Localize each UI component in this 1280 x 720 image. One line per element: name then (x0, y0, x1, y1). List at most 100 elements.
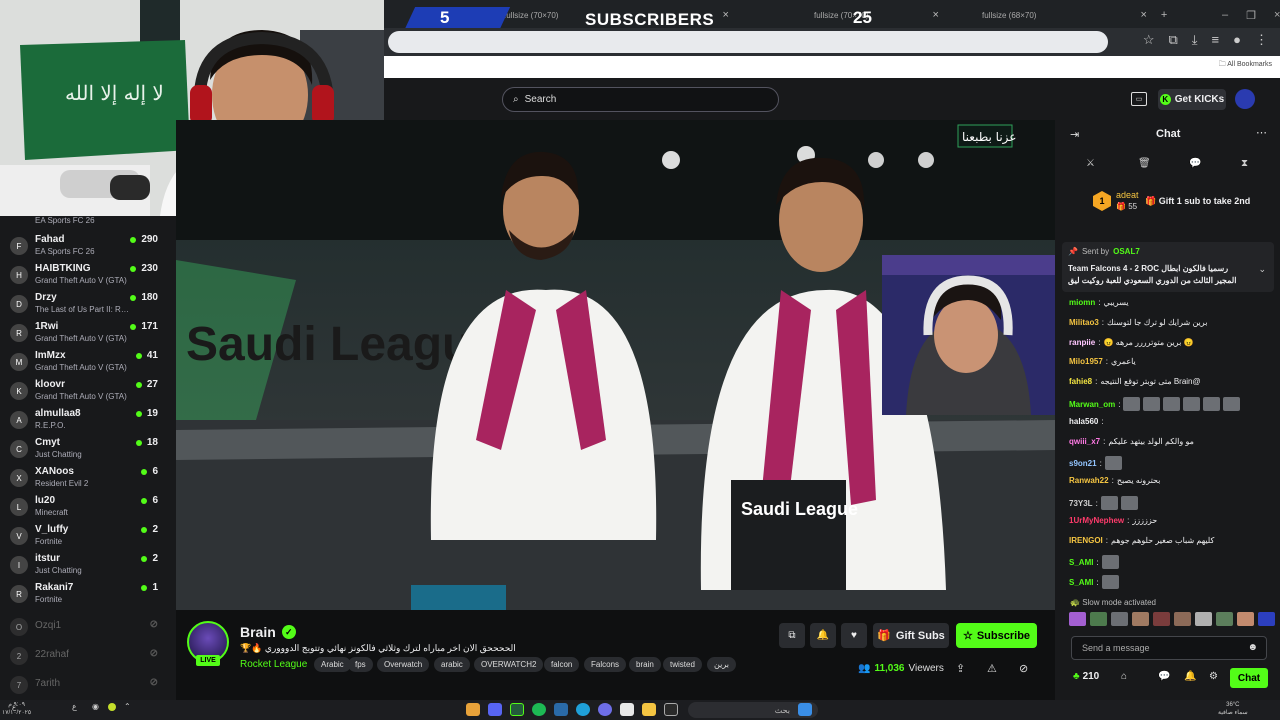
collapse-chat-icon[interactable]: ⇥ (1070, 128, 1079, 141)
kick-points[interactable]: ♣ 210 (1073, 671, 1099, 682)
bell-icon[interactable]: 🔔 (1184, 671, 1196, 682)
chat-emote[interactable] (1183, 397, 1201, 411)
store-taskbar-icon[interactable] (620, 703, 634, 716)
minimize-icon[interactable]: – (1222, 9, 1228, 21)
chat-emote[interactable] (1223, 397, 1241, 411)
all-bookmarks[interactable]: 🗀 All Bookmarks (1219, 60, 1272, 71)
chevron-up-icon[interactable]: ⌃ (124, 702, 131, 711)
chat-username[interactable]: qwiii_x7 (1069, 437, 1100, 446)
emote[interactable] (1237, 612, 1254, 626)
maximize-icon[interactable]: ❐ (1246, 9, 1256, 22)
keyboard-icon[interactable]: ع (72, 702, 77, 711)
explorer-taskbar-icon[interactable] (642, 703, 656, 716)
discord-taskbar-icon[interactable] (488, 703, 502, 716)
share-icon[interactable]: ⇪ (956, 662, 965, 675)
sidebar-channel[interactable]: Llu20 Minecraft 6 (8, 493, 168, 521)
emote[interactable] (1258, 612, 1275, 626)
chat-username[interactable]: S_AMI (1069, 558, 1093, 567)
emote[interactable] (1153, 612, 1170, 626)
emote[interactable] (1195, 612, 1212, 626)
sidebar-channel[interactable]: R 1Rwi Grand Theft Auto V (GTA) 171 (8, 319, 168, 347)
stream-tag[interactable]: برين (707, 657, 736, 672)
stream-category[interactable]: Rocket League (240, 659, 307, 670)
store-icon[interactable]: ⌂ (1121, 671, 1127, 682)
user-avatar[interactable] (1235, 89, 1255, 109)
chat-username[interactable]: S_AMI (1069, 578, 1093, 587)
chat-emote[interactable] (1100, 496, 1118, 510)
follow-button[interactable]: ♥ (841, 623, 867, 648)
obs-taskbar-icon[interactable] (510, 703, 524, 716)
chat-username[interactable]: ranpiie (1069, 338, 1095, 347)
chat-username[interactable]: fahie8 (1069, 377, 1092, 386)
stream-tag[interactable]: Overwatch (377, 657, 430, 672)
emote[interactable] (1216, 612, 1233, 626)
sidebar-channel[interactable]: V V_luffy Fortnite 2 (8, 522, 168, 550)
app-taskbar-icon[interactable] (598, 703, 612, 716)
chat-emote[interactable] (1143, 397, 1161, 411)
sidebar-channel[interactable]: D Drzy The Last of Us Part II: Remastered 1… (8, 290, 168, 318)
emote[interactable] (1111, 612, 1128, 626)
chat-username[interactable]: Marwan_om (1069, 400, 1115, 409)
chrome-taskbar-icon[interactable] (466, 703, 480, 716)
close-icon[interactable]: × (932, 9, 938, 21)
chat-emote[interactable] (1104, 456, 1122, 471)
chat-username[interactable]: miomn (1069, 298, 1095, 307)
chat-emote[interactable] (1123, 397, 1141, 411)
close-window-icon[interactable]: × (1274, 9, 1280, 21)
stream-tag[interactable]: falcon (544, 657, 580, 672)
report-icon[interactable]: ⚠ (987, 662, 997, 675)
emoji-icon[interactable]: ☻ (1247, 642, 1258, 653)
settings-icon[interactable]: ⚙ (1209, 671, 1218, 682)
emote[interactable] (1132, 612, 1149, 626)
chat-menu-icon[interactable]: ⋯ (1256, 126, 1267, 139)
theater-mode-icon[interactable]: ▭ (1131, 92, 1147, 106)
extensions-icon[interactable]: ⧉ (1169, 32, 1178, 48)
sidebar-channel[interactable]: Kkloovr Grand Theft Auto V (GTA) 27 (8, 377, 168, 405)
hourglass-icon[interactable]: ⧗ (1241, 158, 1248, 169)
download-icon[interactable]: ⤓ (1192, 32, 1198, 48)
star-icon[interactable]: ☆ (1143, 32, 1155, 48)
sidebar-channel[interactable]: C Cmyt Just Chatting 18 (8, 435, 168, 463)
chat-username[interactable]: IRENGOI (1069, 536, 1103, 545)
stream-tag[interactable]: Falcons (584, 657, 627, 672)
pinned-message[interactable]: 📌 Sent by OSAL7 رسميا فالكون ابطال Team … (1062, 242, 1274, 292)
taskview-taskbar-icon[interactable] (664, 703, 678, 716)
stream-tag[interactable]: brain (629, 657, 661, 672)
app-status-icon[interactable] (108, 703, 116, 711)
stream-tag[interactable]: fps (348, 657, 373, 672)
chevron-down-icon[interactable]: ⌄ (1258, 264, 1266, 275)
gift-subs-button[interactable]: 🎁 Gift Subs (873, 623, 949, 648)
url-field[interactable] (388, 31, 1108, 53)
chat-bubble-icon[interactable]: 💬 (1158, 671, 1170, 682)
sidebar-channel[interactable]: M ImMzx Grand Theft Auto V (GTA) 41 (8, 348, 168, 376)
chat-username[interactable]: hala560 (1069, 417, 1098, 426)
spotify-taskbar-icon[interactable] (532, 703, 546, 716)
notifications-button[interactable]: 🔔 (810, 623, 836, 648)
steam-taskbar-icon[interactable] (554, 703, 568, 716)
sidebar-channel[interactable]: Aalmullaa8 R.E.P.O. 19 (8, 406, 168, 434)
emote[interactable] (1090, 612, 1107, 626)
sidebar-channel[interactable]: X XANoos Resident Evil 2 6 (8, 464, 168, 492)
chat-emote[interactable] (1101, 575, 1119, 590)
chat-emote[interactable] (1203, 397, 1221, 411)
sidebar-channel[interactable]: Iitstur Just Chatting 2 (8, 551, 168, 579)
hide-icon[interactable]: ⊘ (1019, 662, 1028, 675)
chat-username[interactable]: s9on21 (1069, 459, 1097, 468)
sidebar-channel-offline[interactable]: 2 22rahaf ⊘ (8, 642, 168, 670)
subscribe-button[interactable]: ☆ Subscribe (956, 623, 1037, 648)
sidebar-channel[interactable]: H HAIBTKING Grand Theft Auto V (GTA) 230 (8, 261, 168, 289)
sidebar-channel-offline[interactable]: O Ozqi1 ⊘ (8, 613, 168, 641)
stream-tag[interactable]: twisted (663, 657, 702, 672)
gift-leaderboard[interactable]: 1 adeat 🎁 55 🎁 Gift 1 sub to take 2nd (1090, 190, 1270, 214)
emote[interactable] (1174, 612, 1191, 626)
chat-emote[interactable] (1101, 555, 1119, 570)
emote[interactable] (1069, 612, 1086, 626)
chat-emote[interactable] (1163, 397, 1181, 411)
clock[interactable]: ٩:٠٩ م ١٧/١٠/٢٠٢٥ (2, 701, 31, 717)
chat-username[interactable]: 1UrMyNephew (1069, 516, 1124, 525)
sword-icon[interactable]: ⚔ (1086, 158, 1095, 169)
chat-username[interactable]: 73Y3L (1069, 499, 1093, 508)
close-icon[interactable]: × (1140, 9, 1146, 21)
sidebar-channel[interactable]: F Fahad EA Sports FC 26 290 (8, 232, 168, 260)
stream-tag[interactable]: arabic (434, 657, 470, 672)
